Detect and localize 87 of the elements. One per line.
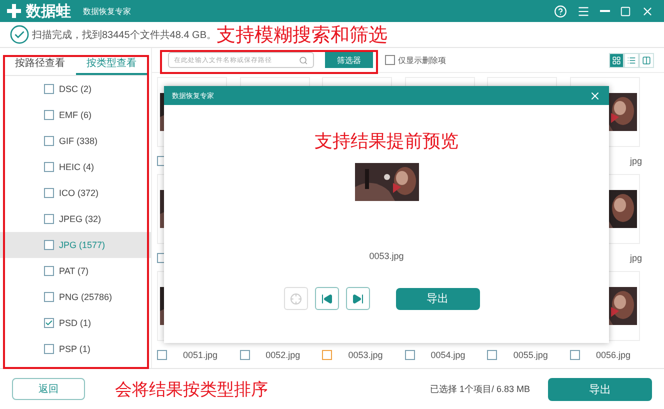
checkbox[interactable] [44,188,54,198]
close-button[interactable] [589,90,601,102]
checkbox[interactable] [44,136,54,146]
checkbox[interactable] [44,344,54,354]
checkbox[interactable] [570,350,580,360]
view-mode-button[interactable] [639,52,654,68]
checkbox[interactable] [44,162,54,172]
file-type-label: PSD (1) [59,318,92,328]
file-type-item[interactable]: PNG (25786) [0,284,151,310]
skip-back-icon [320,292,332,304]
file-type-label: PSP (1) [59,344,90,354]
file-type-item[interactable]: JPEG (32) [0,206,151,232]
file-name: 0054.jpg [430,350,466,360]
file-name: 0053.jpg [348,350,383,360]
grid-icon [612,56,621,64]
file-type-label: DSC (2) [59,84,92,94]
checkbox[interactable] [44,110,54,120]
checkbox[interactable] [240,350,250,360]
file-name: jpg [630,156,642,166]
app-name: 数据蛙 [26,2,71,20]
file-name: 0053.jpg [369,251,404,261]
annotation-text: 支持结果提前预览 [314,130,458,153]
file-type-label: GIF (338) [59,136,98,146]
maximize-button[interactable] [620,6,631,16]
search-icon [299,56,308,64]
filter-button[interactable]: 筛选器 [325,52,373,68]
check-circle-icon [10,25,29,44]
view-tab[interactable]: 按类型查看 [76,52,147,75]
logo-icon [6,3,22,19]
file-type-label: JPEG (32) [59,214,102,224]
file-type-label: ICO (372) [59,188,99,198]
annotation-text: 会将结果按类型排序 [115,378,268,400]
checkbox[interactable] [487,350,498,360]
file-type-label: PAT (7) [59,266,89,276]
file-type-label: PNG (25786) [59,292,112,302]
skip-forward-icon [352,292,364,304]
view-mode-button[interactable] [624,52,639,68]
checkbox[interactable] [44,266,54,276]
file-type-item[interactable]: ICO (372) [0,180,151,206]
maximize-icon [620,6,631,16]
close-icon [641,4,654,18]
file-type-label: JPG (1577) [59,240,106,250]
file-type-label: EMF (6) [59,110,92,120]
scan-status: 扫描完成，找到83445个文件共48.4 GB。 [32,28,216,42]
view-tab[interactable]: 按路径查看 [4,52,76,75]
app-subtitle: 数据恢复专家 [83,6,131,16]
close-icon [589,90,601,102]
help-icon [554,4,567,18]
checkbox[interactable] [44,214,54,224]
prev-button[interactable] [314,287,338,310]
next-button[interactable] [346,287,370,310]
view-mode-button[interactable] [609,52,624,68]
file-name: 0056.jpg [596,350,631,360]
menu-icon [577,4,590,18]
help-button[interactable] [554,4,567,18]
file-type-label: HEIC (4) [59,162,94,172]
export-button[interactable]: 导出 [548,378,652,400]
checkbox[interactable] [44,84,54,94]
columns-icon [642,56,651,64]
file-type-item[interactable]: GIF (338) [0,128,151,154]
checkbox[interactable] [157,350,167,360]
export-button[interactable]: 导出 [396,288,480,310]
file-name: jpg [630,252,642,262]
file-type-item[interactable]: EMF (6) [0,102,151,128]
checkbox-label: 仅显示删除项 [398,54,446,66]
minimize-icon [600,10,610,12]
file-type-item[interactable]: HEIC (4) [0,154,151,180]
checkbox[interactable] [385,55,395,65]
crosshair-icon [290,292,302,304]
selection-summary: 已选择 1个项目/ 6.83 MB [430,382,530,396]
list-icon [627,56,636,64]
file-name: 0051.jpg [183,350,218,360]
annotation-text: 支持模糊搜索和筛选 [216,24,388,48]
back-button[interactable]: 返回 [12,378,85,400]
file-name: 0052.jpg [266,350,300,360]
checkbox[interactable] [322,350,332,360]
close-button[interactable] [641,4,654,18]
checkbox[interactable] [44,292,54,302]
checkbox[interactable] [44,318,54,328]
checkbox[interactable] [404,350,415,360]
file-type-item[interactable]: PSP (1) [0,336,151,362]
checkbox[interactable] [44,240,54,250]
menu-button[interactable] [577,4,590,18]
file-name: 0055.jpg [513,350,548,360]
file-type-item[interactable]: DSC (2) [0,76,151,102]
file-type-item[interactable]: PAT (7) [0,258,151,284]
file-type-item[interactable]: PSD (1) [0,310,151,336]
